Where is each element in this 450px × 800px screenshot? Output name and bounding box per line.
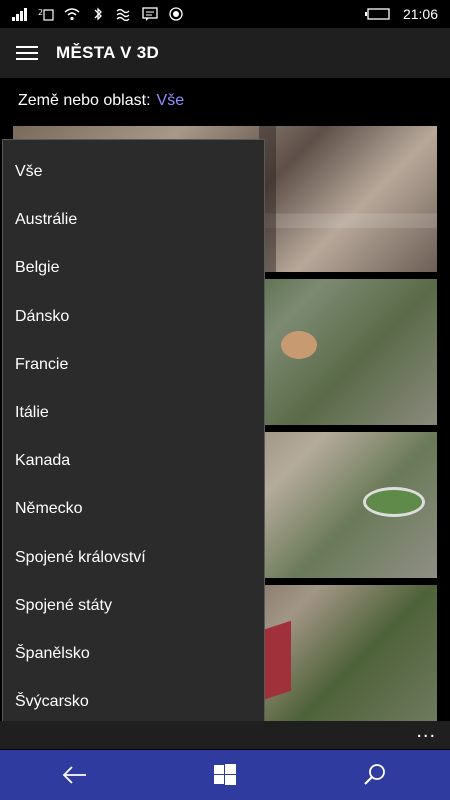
more-options-button[interactable]: ... bbox=[416, 721, 436, 749]
dropdown-option[interactable]: Dánsko bbox=[3, 293, 264, 341]
dropdown-list: Vše Austrálie Belgie Dánsko Francie Itálie Kan… bbox=[3, 140, 264, 726]
nav-bar bbox=[0, 750, 450, 800]
dropdown-option[interactable]: Austrálie bbox=[3, 196, 264, 244]
dropdown-option[interactable]: Kanada bbox=[3, 437, 264, 485]
dropdown-option[interactable]: Švýcarsko bbox=[3, 678, 264, 726]
dropdown-option[interactable]: Německo bbox=[3, 485, 264, 533]
clock: 21:06 bbox=[402, 6, 438, 22]
dropdown-option[interactable]: Belgie bbox=[3, 244, 264, 292]
wifi-icon bbox=[64, 7, 80, 21]
dropdown-option[interactable]: Francie bbox=[3, 341, 264, 389]
message-icon bbox=[142, 7, 158, 21]
filter-value-link[interactable]: Vše bbox=[157, 92, 185, 110]
bluetooth-icon bbox=[90, 7, 106, 21]
app-header: MĚSTA V 3D bbox=[0, 28, 450, 78]
status-bar: 2 21:06 bbox=[0, 0, 450, 28]
dropdown-option[interactable]: Spojené království bbox=[3, 534, 264, 582]
back-icon[interactable] bbox=[45, 750, 105, 800]
country-filter: Země nebo oblast: Vše bbox=[18, 92, 184, 110]
page-title: MĚSTA V 3D bbox=[56, 43, 160, 62]
dropdown-option[interactable]: Španělsko bbox=[3, 630, 264, 678]
vibrate-icon bbox=[116, 7, 132, 22]
battery-icon bbox=[364, 7, 391, 21]
windows-icon[interactable] bbox=[195, 750, 255, 800]
sim-icon: 2 bbox=[38, 7, 54, 21]
signal-icon bbox=[12, 7, 28, 21]
dropdown-option[interactable]: Itálie bbox=[3, 389, 264, 437]
hamburger-icon[interactable] bbox=[0, 28, 56, 78]
record-icon bbox=[168, 7, 184, 21]
search-icon[interactable] bbox=[345, 750, 405, 800]
app-bar: ... bbox=[0, 721, 450, 749]
filter-label: Země nebo oblast: bbox=[18, 92, 151, 109]
svg-text:2: 2 bbox=[38, 8, 43, 17]
dropdown-option[interactable]: Vše bbox=[3, 148, 264, 196]
dropdown-option[interactable]: Spojené státy bbox=[3, 582, 264, 630]
country-dropdown: Vše Austrálie Belgie Dánsko Francie Itálie Kan… bbox=[2, 139, 265, 735]
